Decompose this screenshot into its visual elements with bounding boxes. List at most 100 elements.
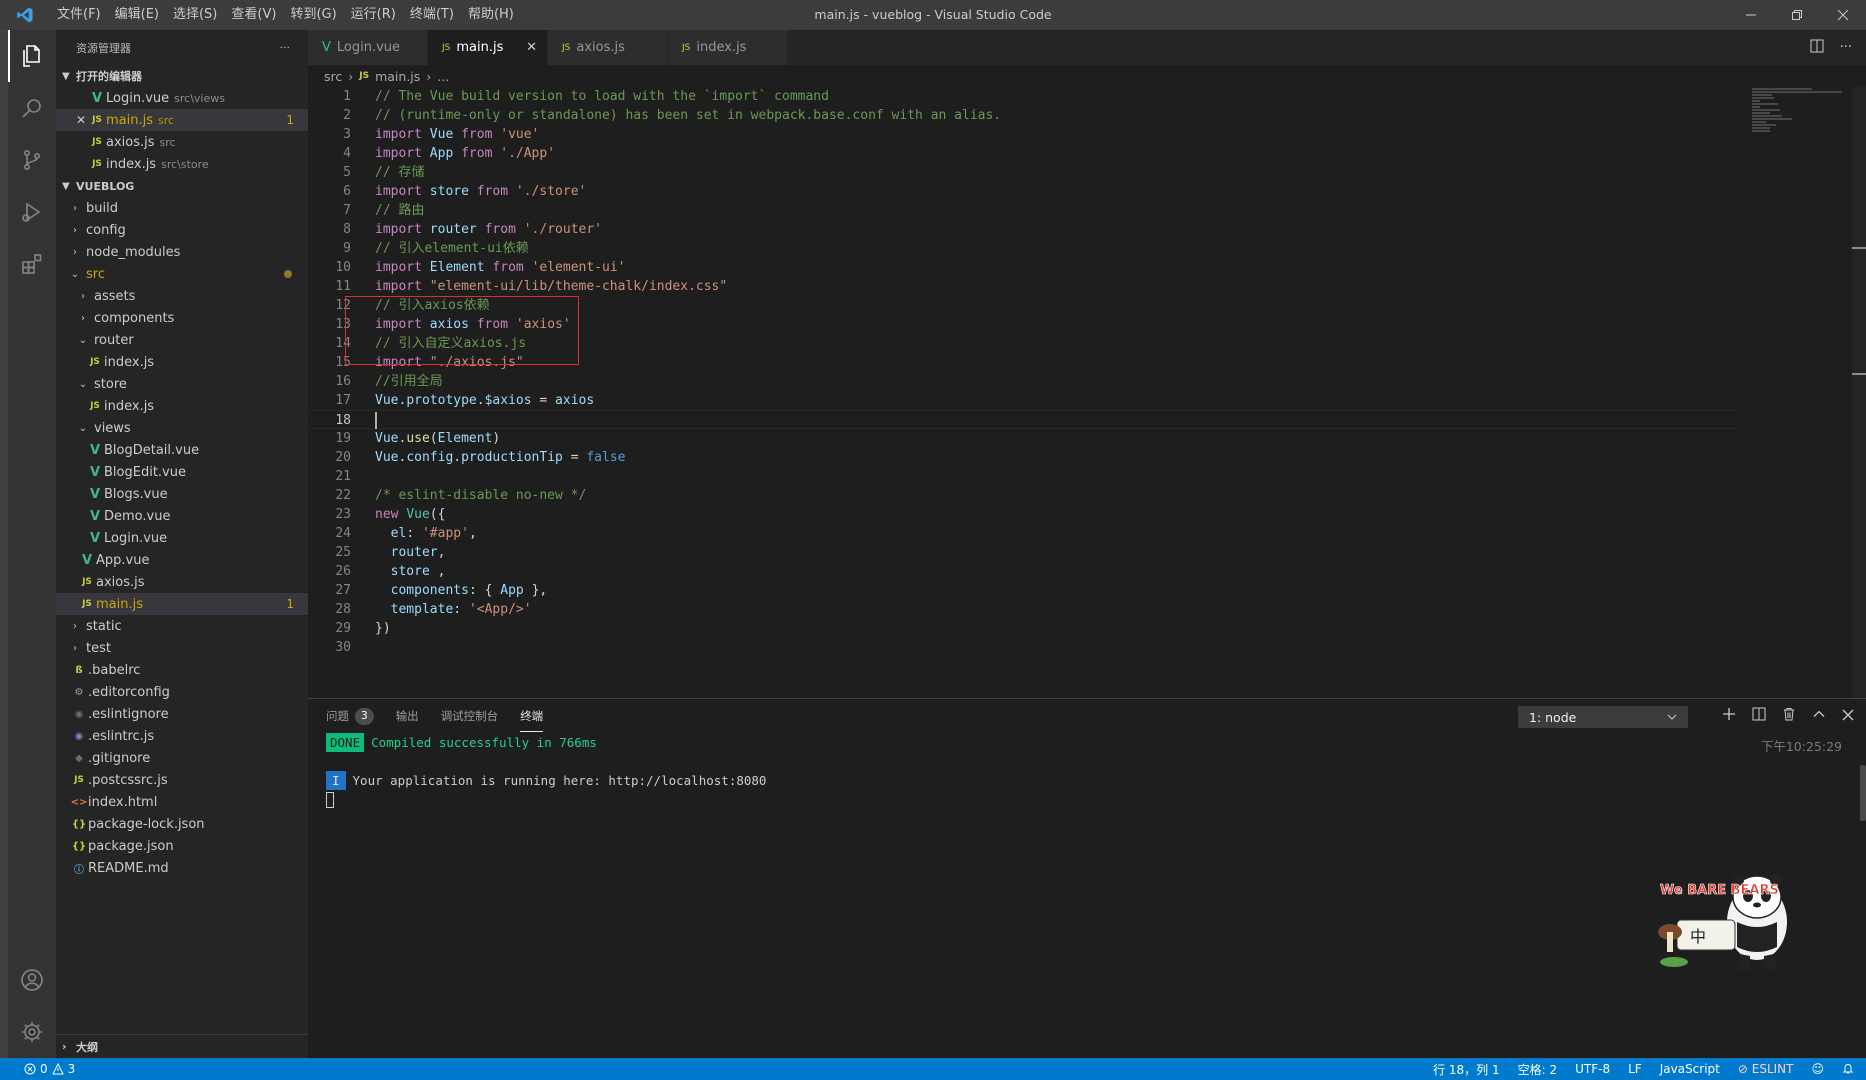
tree-file[interactable]: V Blogs.vue <box>56 483 308 505</box>
kill-terminal-button[interactable] <box>1782 707 1796 725</box>
run-debug-button[interactable] <box>8 186 56 238</box>
open-editor-item[interactable]: JS index.js src\store <box>56 153 308 175</box>
editor-scrollbar[interactable] <box>1852 87 1866 698</box>
code-line[interactable]: 29}) <box>308 619 1738 638</box>
search-button[interactable] <box>8 82 56 134</box>
tree-file[interactable]: ß .babelrc <box>56 659 308 681</box>
tree-folder[interactable]: › node_modules <box>56 241 308 263</box>
tree-file[interactable]: V BlogDetail.vue <box>56 439 308 461</box>
code-line[interactable]: 8 import router from './router' <box>308 220 1738 239</box>
tree-folder-src[interactable]: ⌄ src <box>56 263 308 285</box>
split-terminal-button[interactable] <box>1752 707 1766 725</box>
tab-terminal[interactable]: 终端 <box>520 708 544 732</box>
tree-folder[interactable]: › build <box>56 197 308 219</box>
menu-view[interactable]: 查看(V) <box>224 0 283 30</box>
close-tab-button[interactable]: ✕ <box>526 40 537 55</box>
code-line[interactable]: 20 Vue.config.productionTip = false <box>308 448 1738 467</box>
tree-file[interactable]: JS .postcssrc.js <box>56 769 308 791</box>
menu-selection[interactable]: 选择(S) <box>166 0 224 30</box>
tab-index-js[interactable]: JS index.js <box>668 30 788 65</box>
eslint-status[interactable]: ⊘ ESLINT <box>1738 1062 1794 1076</box>
code-line[interactable]: 24 el: '#app', <box>308 524 1738 543</box>
source-control-button[interactable] <box>8 134 56 186</box>
tree-folder[interactable]: ⌄ store <box>56 373 308 395</box>
indentation[interactable]: 空格: 2 <box>1518 1061 1558 1078</box>
minimize-button[interactable] <box>1728 0 1774 30</box>
tab-login-vue[interactable]: V Login.vue <box>308 30 428 65</box>
code-line[interactable]: 13 import axios from 'axios' <box>308 315 1738 334</box>
code-line[interactable]: 17 Vue.prototype.$axios = axios <box>308 391 1738 410</box>
tree-file[interactable]: <> index.html <box>56 791 308 813</box>
menu-file[interactable]: 文件(F) <box>50 0 108 30</box>
code-line[interactable]: 1 // The Vue build version to load with t… <box>308 87 1738 106</box>
cursor-position[interactable]: 行 18，列 1 <box>1433 1061 1500 1078</box>
terminal-output[interactable]: DONE Compiled successfully in 766ms I Yo… <box>326 733 766 809</box>
close-window-button[interactable] <box>1820 0 1866 30</box>
language-mode[interactable]: JavaScript <box>1660 1062 1720 1076</box>
tree-file[interactable]: V BlogEdit.vue <box>56 461 308 483</box>
code-editor[interactable]: 1 // The Vue build version to load with t… <box>308 87 1738 657</box>
code-line[interactable]: 25 router, <box>308 543 1738 562</box>
open-editor-item[interactable]: ✕ JS main.js src 1 <box>56 109 308 131</box>
terminal-select[interactable]: 1: node <box>1518 706 1688 728</box>
feedback-icon[interactable]: ☺ <box>1811 1062 1824 1076</box>
more-actions-button[interactable]: ··· <box>280 41 291 54</box>
tree-file[interactable]: ◉ .eslintrc.js <box>56 725 308 747</box>
tree-folder[interactable]: › components <box>56 307 308 329</box>
menu-edit[interactable]: 编辑(E) <box>108 0 166 30</box>
bell-icon[interactable] <box>1842 1062 1854 1077</box>
tab-main-js[interactable]: JS main.js ✕ <box>428 30 548 65</box>
tree-file[interactable]: V App.vue <box>56 549 308 571</box>
minimap[interactable] <box>1752 87 1852 147</box>
explorer-button[interactable] <box>8 30 56 82</box>
tree-file[interactable]: ⓘ README.md <box>56 857 308 879</box>
open-editors-section[interactable]: ▼ 打开的编辑器 <box>56 65 308 87</box>
menu-help[interactable]: 帮助(H) <box>461 0 521 30</box>
code-line[interactable]: 4 import App from './App' <box>308 144 1738 163</box>
code-line[interactable]: 30 <box>308 638 1738 657</box>
tree-folder[interactable]: › static <box>56 615 308 637</box>
code-line[interactable]: 9 // 引入element-ui依赖 <box>308 239 1738 258</box>
editor-more-button[interactable]: ··· <box>1840 40 1852 55</box>
tree-file[interactable]: ◉ .eslintignore <box>56 703 308 725</box>
code-line[interactable]: 12 // 引入axios依赖 <box>308 296 1738 315</box>
breadcrumb-file[interactable]: main.js <box>375 69 420 84</box>
tab-problems[interactable]: 问题 3 <box>326 707 374 725</box>
manage-button[interactable] <box>8 1006 56 1058</box>
code-line[interactable]: 19 Vue.use(Element) <box>308 429 1738 448</box>
tab-axios-js[interactable]: JS axios.js <box>548 30 668 65</box>
tree-file[interactable]: JS index.js <box>56 351 308 373</box>
tree-file[interactable]: {} package-lock.json <box>56 813 308 835</box>
code-line[interactable]: 27 components: { App }, <box>308 581 1738 600</box>
tab-output[interactable]: 输出 <box>396 708 419 724</box>
close-editor-button[interactable]: ✕ <box>74 113 88 127</box>
code-line[interactable]: 3 import Vue from 'vue' <box>308 125 1738 144</box>
code-line[interactable]: 2 // (runtime-only or standalone) has bee… <box>308 106 1738 125</box>
tree-folder[interactable]: ⌄ views <box>56 417 308 439</box>
code-line[interactable]: 28 template: '<App/>' <box>308 600 1738 619</box>
tree-folder[interactable]: › config <box>56 219 308 241</box>
tree-file[interactable]: {} package.json <box>56 835 308 857</box>
open-editor-item[interactable]: JS axios.js src <box>56 131 308 153</box>
panel-scrollbar[interactable] <box>1860 765 1866 821</box>
menu-terminal[interactable]: 终端(T) <box>403 0 461 30</box>
code-line[interactable]: 7 // 路由 <box>308 201 1738 220</box>
menu-run[interactable]: 运行(R) <box>344 0 403 30</box>
tree-file[interactable]: JS axios.js <box>56 571 308 593</box>
accounts-button[interactable] <box>8 954 56 1006</box>
breadcrumb-folder[interactable]: src <box>324 69 342 84</box>
code-line[interactable]: 14 // 引入自定义axios.js <box>308 334 1738 353</box>
extensions-button[interactable] <box>8 238 56 290</box>
tree-folder[interactable]: › assets <box>56 285 308 307</box>
split-editor-button[interactable] <box>1810 39 1824 57</box>
encoding[interactable]: UTF-8 <box>1575 1062 1610 1076</box>
breadcrumb-symbol[interactable]: ... <box>437 69 449 84</box>
tree-file[interactable]: ◆ .gitignore <box>56 747 308 769</box>
code-line[interactable]: 15 import "./axios.js" <box>308 353 1738 372</box>
tree-file[interactable]: JS index.js <box>56 395 308 417</box>
tree-file[interactable]: ⚙ .editorconfig <box>56 681 308 703</box>
code-line[interactable]: 6 import store from './store' <box>308 182 1738 201</box>
open-editor-item[interactable]: V Login.vue src\views <box>56 87 308 109</box>
code-line[interactable]: 5 // 存储 <box>308 163 1738 182</box>
menu-go[interactable]: 转到(G) <box>283 0 343 30</box>
